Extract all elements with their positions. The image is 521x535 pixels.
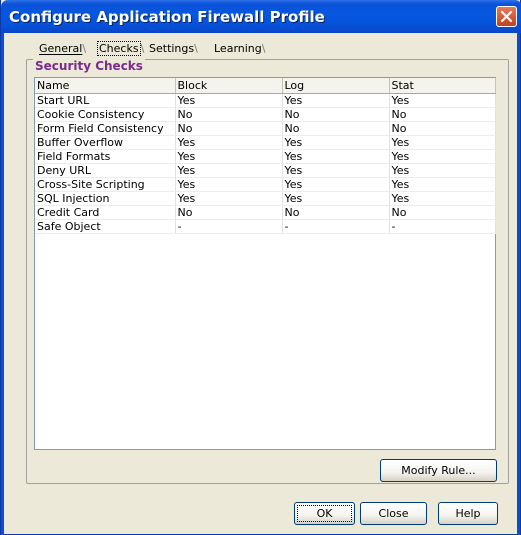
cell-block: Yes (175, 177, 283, 192)
cell-log: Yes (282, 191, 390, 206)
cell-stat: No (389, 107, 496, 122)
tab-separator: \ (82, 42, 87, 55)
tab-separator: \ (140, 42, 145, 55)
cell-block: Yes (175, 135, 283, 150)
cell-name: Field Formats (35, 149, 176, 164)
cell-log: Yes (282, 149, 390, 164)
cell-block: Yes (175, 93, 283, 108)
table-header-row: Name Block Log Stat (35, 78, 496, 94)
tab-checks[interactable]: Checks \ (97, 41, 145, 56)
cell-name: Credit Card (35, 205, 176, 220)
tab-learning[interactable]: Learning \ (214, 42, 265, 55)
close-button[interactable]: Close (360, 502, 427, 525)
tab-settings-label: Settings (149, 42, 195, 55)
cell-stat: Yes (389, 93, 496, 108)
window-border-right (517, 33, 520, 535)
cell-block: No (175, 121, 283, 136)
help-button[interactable]: Help (438, 502, 498, 525)
cell-block: No (175, 205, 283, 220)
table-row[interactable]: Credit Card No No No (35, 205, 496, 220)
cell-stat: Yes (389, 191, 496, 206)
table-row[interactable]: SQL Injection Yes Yes Yes (35, 191, 496, 206)
table-row[interactable]: Cross-Site Scripting Yes Yes Yes (35, 177, 496, 192)
column-header-stat[interactable]: Stat (389, 78, 496, 94)
cell-stat: Yes (389, 135, 496, 150)
cell-log: No (282, 121, 390, 136)
window-title: Configure Application Firewall Profile (9, 8, 325, 26)
title-bar[interactable]: Configure Application Firewall Profile (1, 0, 521, 33)
ok-focus-ring: OK (297, 505, 352, 522)
ok-button[interactable]: OK (294, 502, 355, 525)
table-row[interactable]: Cookie Consistency No No No (35, 107, 496, 122)
tab-general-label: General (39, 42, 83, 55)
close-window-button[interactable] (496, 6, 517, 27)
table-row[interactable]: Form Field Consistency No No No (35, 121, 496, 136)
security-checks-table[interactable]: Name Block Log Stat Start URL Yes Yes Ye… (34, 77, 496, 450)
cell-block: Yes (175, 149, 283, 164)
dialog-window: Configure Application Firewall Profile G… (0, 0, 521, 535)
cell-name: Buffer Overflow (35, 135, 176, 150)
tab-separator: \ (261, 42, 266, 55)
cell-name: Safe Object (35, 219, 176, 234)
table-row[interactable]: Start URL Yes Yes Yes (35, 93, 496, 108)
cell-name: Cookie Consistency (35, 107, 176, 122)
cell-log: Yes (282, 177, 390, 192)
cell-block: - (175, 219, 283, 234)
modify-rule-label: Modify Rule... (401, 464, 476, 477)
checks-grid: Name Block Log Stat Start URL Yes Yes Ye… (35, 78, 496, 234)
cell-log: Yes (282, 93, 390, 108)
cell-block: Yes (175, 163, 283, 178)
cell-log: No (282, 107, 390, 122)
security-checks-title: Security Checks (33, 59, 145, 73)
cell-stat: No (389, 205, 496, 220)
column-header-name[interactable]: Name (35, 78, 176, 94)
cell-name: Deny URL (35, 163, 176, 178)
cell-log: - (282, 219, 390, 234)
table-row[interactable]: Deny URL Yes Yes Yes (35, 163, 496, 178)
cell-block: Yes (175, 191, 283, 206)
column-header-block[interactable]: Block (175, 78, 283, 94)
cell-log: Yes (282, 135, 390, 150)
cell-block: No (175, 107, 283, 122)
cell-stat: No (389, 121, 496, 136)
table-row[interactable]: Field Formats Yes Yes Yes (35, 149, 496, 164)
cell-name: Cross-Site Scripting (35, 177, 176, 192)
tab-settings[interactable]: Settings \ (149, 42, 198, 55)
cell-log: No (282, 205, 390, 220)
tab-separator: \ (194, 42, 198, 55)
tab-general[interactable]: General \ (39, 42, 86, 55)
cell-name: Form Field Consistency (35, 121, 176, 136)
table-row[interactable]: Buffer Overflow Yes Yes Yes (35, 135, 496, 150)
close-icon (500, 10, 513, 23)
cell-stat: - (389, 219, 496, 234)
tab-checks-label: Checks (97, 41, 141, 56)
help-label: Help (455, 507, 481, 520)
ok-label: OK (316, 507, 333, 520)
window-border-left (1, 33, 4, 535)
column-header-log[interactable]: Log (282, 78, 390, 94)
modify-rule-button[interactable]: Modify Rule... (380, 459, 497, 482)
cell-stat: Yes (389, 163, 496, 178)
cell-log: Yes (282, 163, 390, 178)
cell-name: SQL Injection (35, 191, 176, 206)
tab-learning-label: Learning (214, 42, 262, 55)
cell-name: Start URL (35, 93, 176, 108)
cell-stat: Yes (389, 149, 496, 164)
close-label: Close (378, 507, 409, 520)
cell-stat: Yes (389, 177, 496, 192)
table-row[interactable]: Safe Object - - - (35, 219, 496, 234)
